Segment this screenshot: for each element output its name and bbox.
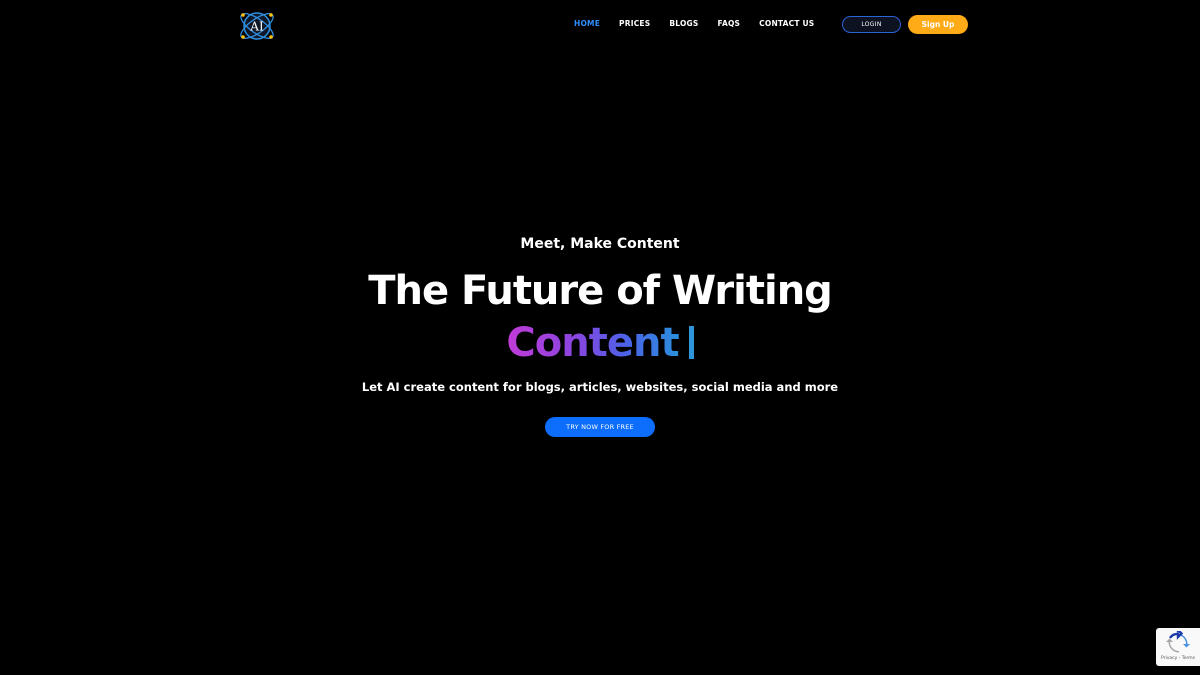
site-header: AI HOME PRICES BLOGS FAQS CONTACT US LOG…	[0, 0, 1200, 50]
hero-typed-word: Content	[506, 320, 679, 366]
page: AI HOME PRICES BLOGS FAQS CONTACT US LOG…	[0, 0, 1200, 675]
atom-ai-logo-icon[interactable]: AI	[236, 5, 278, 47]
nav-blogs[interactable]: BLOGS	[669, 18, 698, 30]
signup-button[interactable]: Sign Up	[908, 15, 968, 34]
hero-subtitle: Let AI create content for blogs, article…	[361, 380, 839, 394]
try-now-button[interactable]: TRY NOW FOR FREE	[545, 417, 655, 437]
nav-contact-us[interactable]: CONTACT US	[759, 18, 814, 30]
nav-faqs[interactable]: FAQS	[718, 18, 741, 30]
nav-prices[interactable]: PRICES	[619, 18, 650, 30]
recaptcha-terms[interactable]: Privacy - Terms	[1161, 656, 1195, 661]
login-button[interactable]: LOGIN	[842, 16, 901, 33]
hero-eyebrow: Meet, Make Content	[520, 236, 680, 252]
recaptcha-icon	[1166, 631, 1190, 653]
nav-home[interactable]: HOME	[574, 18, 600, 30]
typing-cursor	[688, 326, 694, 359]
hero-typed-line: Content	[0, 318, 1200, 368]
hero-headline: The Future of Writing	[368, 268, 833, 314]
recaptcha-badge[interactable]: Privacy - Terms	[1156, 628, 1200, 666]
logo-text: AI	[249, 20, 264, 34]
main-nav: HOME PRICES BLOGS FAQS CONTACT US	[574, 18, 833, 30]
